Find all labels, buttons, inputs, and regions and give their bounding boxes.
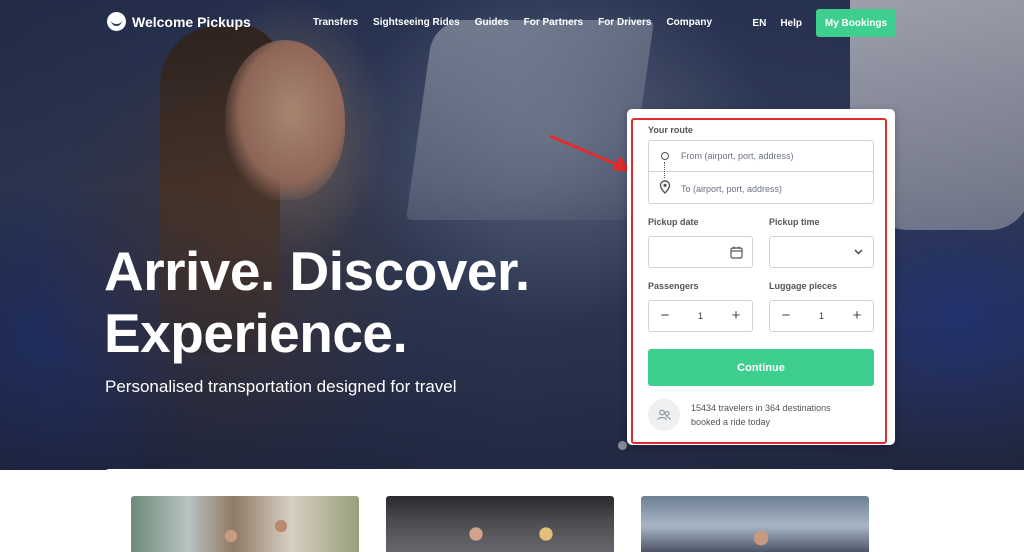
origin-circle-icon bbox=[661, 152, 669, 160]
my-bookings-button[interactable]: My Bookings bbox=[816, 9, 896, 37]
location-pin-icon bbox=[659, 180, 671, 194]
help-link[interactable]: Help bbox=[780, 18, 802, 29]
logo[interactable]: Welcome Pickups bbox=[107, 12, 251, 31]
pickup-time-select[interactable] bbox=[769, 236, 874, 268]
stats-text: 15434 travelers in 364 destinations book… bbox=[691, 401, 831, 429]
booking-stats: 15434 travelers in 364 destinations book… bbox=[648, 399, 874, 431]
logo-mark-icon bbox=[107, 12, 126, 31]
booking-card: Your route Pickup date Pickup time Passe… bbox=[627, 109, 895, 445]
hero-headline-line1: Arrive. Discover. bbox=[104, 240, 530, 302]
stats-line2: booked a ride today bbox=[691, 417, 771, 427]
hero-headline-line2: Experience. bbox=[104, 302, 408, 364]
nav-link-transfers[interactable]: Transfers bbox=[313, 17, 358, 28]
from-input[interactable] bbox=[681, 151, 866, 161]
nav-link-company[interactable]: Company bbox=[666, 17, 712, 28]
features-panel bbox=[104, 469, 896, 552]
stats-line1: 15434 travelers in 364 destinations bbox=[691, 403, 831, 413]
nav-right: EN Help My Bookings bbox=[752, 9, 896, 37]
top-nav: Welcome Pickups Transfers Sightseeing Ri… bbox=[0, 0, 1024, 46]
passengers-minus-icon[interactable]: − bbox=[658, 308, 672, 323]
nav-link-for-partners[interactable]: For Partners bbox=[524, 17, 583, 28]
annotation-arrow bbox=[549, 134, 632, 172]
pickup-time-label: Pickup time bbox=[769, 217, 820, 227]
to-row bbox=[649, 173, 873, 204]
route-fields bbox=[648, 140, 874, 204]
travelers-icon bbox=[648, 399, 680, 431]
brand-name: Welcome Pickups bbox=[132, 13, 251, 30]
to-input[interactable] bbox=[681, 183, 866, 194]
feature-image-1[interactable] bbox=[131, 496, 359, 552]
nav-link-sightseeing-rides[interactable]: Sightseeing Rides bbox=[373, 17, 460, 28]
hero-subheadline: Personalised transportation designed for… bbox=[105, 377, 457, 396]
route-label: Your route bbox=[648, 125, 693, 135]
luggage-value: 1 bbox=[818, 311, 824, 321]
nav-link-for-drivers[interactable]: For Drivers bbox=[598, 17, 651, 28]
passengers-value: 1 bbox=[697, 311, 703, 321]
chevron-down-icon bbox=[854, 249, 863, 255]
from-row bbox=[649, 141, 873, 172]
passengers-label: Passengers bbox=[648, 281, 699, 291]
hero-headline: Arrive. Discover. Experience. bbox=[104, 240, 530, 364]
continue-button[interactable]: Continue bbox=[648, 349, 874, 386]
luggage-label: Luggage pieces bbox=[769, 281, 838, 291]
passengers-plus-icon[interactable]: + bbox=[729, 308, 743, 323]
pickup-date-field[interactable] bbox=[648, 236, 753, 268]
nav-links: Transfers Sightseeing Rides Guides For P… bbox=[313, 17, 712, 28]
luggage-stepper: − 1 + bbox=[769, 300, 874, 332]
carousel-dot[interactable] bbox=[618, 441, 627, 450]
feature-image-3[interactable] bbox=[641, 496, 869, 552]
pickup-date-label: Pickup date bbox=[648, 217, 699, 227]
language-selector[interactable]: EN bbox=[752, 18, 766, 29]
calendar-icon bbox=[730, 246, 743, 259]
nav-link-guides[interactable]: Guides bbox=[475, 17, 509, 28]
luggage-plus-icon[interactable]: + bbox=[850, 308, 864, 323]
passengers-stepper: − 1 + bbox=[648, 300, 753, 332]
feature-image-2[interactable] bbox=[386, 496, 614, 552]
luggage-minus-icon[interactable]: − bbox=[779, 308, 793, 323]
